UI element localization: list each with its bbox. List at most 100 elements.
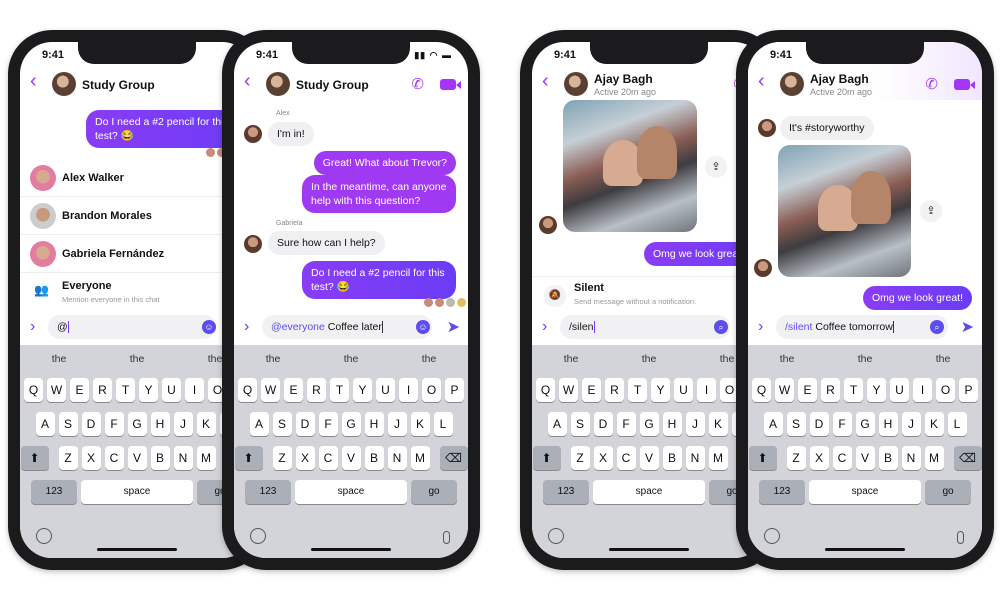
suggestion[interactable]: the bbox=[312, 345, 390, 373]
key[interactable]: U bbox=[162, 378, 181, 402]
key[interactable]: M bbox=[708, 446, 728, 470]
home-indicator[interactable] bbox=[311, 548, 391, 551]
key[interactable]: A bbox=[35, 412, 55, 436]
suggestion[interactable]: the bbox=[610, 345, 688, 373]
phone-call-icon[interactable]: ✆ bbox=[925, 75, 938, 93]
key[interactable]: E bbox=[284, 378, 303, 402]
message-input[interactable]: @ bbox=[48, 315, 216, 339]
home-indicator[interactable] bbox=[825, 548, 905, 551]
key[interactable]: T bbox=[116, 378, 135, 402]
share-icon[interactable]: ⇪ bbox=[920, 200, 942, 222]
search-icon[interactable]: ⌕ bbox=[714, 320, 728, 334]
emoji-icon[interactable]: ☺ bbox=[202, 320, 216, 334]
key[interactable]: G bbox=[639, 412, 659, 436]
key[interactable]: E bbox=[70, 378, 89, 402]
key[interactable]: S bbox=[58, 412, 78, 436]
emoji-keyboard-icon[interactable] bbox=[250, 528, 266, 544]
key[interactable]: W bbox=[559, 378, 578, 402]
key[interactable]: H bbox=[150, 412, 170, 436]
emoji-keyboard-icon[interactable] bbox=[548, 528, 564, 544]
key[interactable]: F bbox=[318, 412, 338, 436]
key[interactable]: S bbox=[570, 412, 590, 436]
key[interactable]: N bbox=[387, 446, 407, 470]
chat-title[interactable]: Ajay Bagh bbox=[810, 72, 869, 86]
key[interactable]: M bbox=[410, 446, 430, 470]
key[interactable]: B bbox=[662, 446, 682, 470]
suggestion[interactable]: the bbox=[234, 345, 312, 373]
key[interactable]: F bbox=[104, 412, 124, 436]
key[interactable]: A bbox=[249, 412, 269, 436]
go-key[interactable]: go bbox=[925, 480, 971, 504]
key[interactable]: C bbox=[318, 446, 338, 470]
key[interactable]: Y bbox=[867, 378, 886, 402]
suggestion[interactable]: the bbox=[904, 345, 982, 373]
shift-key[interactable]: ⬆ bbox=[234, 446, 263, 470]
emoji-keyboard-icon[interactable] bbox=[764, 528, 780, 544]
key[interactable]: T bbox=[628, 378, 647, 402]
key[interactable]: Z bbox=[786, 446, 806, 470]
expand-icon[interactable]: › bbox=[244, 318, 249, 336]
key[interactable]: U bbox=[376, 378, 395, 402]
message-input[interactable]: @everyone Coffee later bbox=[262, 315, 432, 339]
key[interactable]: Q bbox=[752, 378, 771, 402]
key[interactable]: Z bbox=[272, 446, 292, 470]
send-icon[interactable]: ➤ bbox=[961, 317, 974, 337]
numbers-key[interactable]: 123 bbox=[245, 480, 291, 504]
key[interactable]: U bbox=[674, 378, 693, 402]
key[interactable]: Z bbox=[58, 446, 78, 470]
key[interactable]: N bbox=[173, 446, 193, 470]
key[interactable]: X bbox=[295, 446, 315, 470]
key[interactable]: Q bbox=[24, 378, 43, 402]
message-input[interactable]: /silent Coffee tomorrow bbox=[776, 315, 948, 339]
key[interactable]: Q bbox=[536, 378, 555, 402]
expand-icon[interactable]: › bbox=[758, 318, 763, 336]
key[interactable]: W bbox=[47, 378, 66, 402]
suggestion[interactable]: the bbox=[20, 345, 98, 373]
space-key[interactable]: space bbox=[81, 480, 193, 504]
key[interactable]: I bbox=[697, 378, 716, 402]
back-icon[interactable]: ‹ bbox=[758, 70, 765, 93]
key[interactable]: T bbox=[844, 378, 863, 402]
backspace-key[interactable]: ⌫ bbox=[439, 446, 468, 470]
key[interactable]: G bbox=[341, 412, 361, 436]
space-key[interactable]: space bbox=[593, 480, 705, 504]
mention-gabriela-fernandez[interactable]: Gabriela Fernández bbox=[20, 235, 254, 273]
shift-key[interactable]: ⬆ bbox=[20, 446, 49, 470]
suggestion[interactable]: the bbox=[390, 345, 468, 373]
key[interactable]: P bbox=[959, 378, 978, 402]
key[interactable]: C bbox=[616, 446, 636, 470]
key[interactable]: J bbox=[901, 412, 921, 436]
mention-alex-walker[interactable]: Alex Walker bbox=[20, 159, 254, 197]
phone-call-icon[interactable]: ✆ bbox=[411, 75, 424, 93]
key[interactable]: R bbox=[93, 378, 112, 402]
key[interactable]: O bbox=[422, 378, 441, 402]
key[interactable]: G bbox=[855, 412, 875, 436]
suggestion[interactable]: the bbox=[98, 345, 176, 373]
key[interactable]: C bbox=[832, 446, 852, 470]
suggestion[interactable]: the bbox=[826, 345, 904, 373]
key[interactable]: F bbox=[832, 412, 852, 436]
key[interactable]: B bbox=[150, 446, 170, 470]
key[interactable]: D bbox=[81, 412, 101, 436]
key[interactable]: K bbox=[924, 412, 944, 436]
shared-photo[interactable] bbox=[778, 145, 911, 277]
key[interactable]: L bbox=[947, 412, 967, 436]
chat-title[interactable]: Ajay Bagh bbox=[594, 72, 653, 86]
space-key[interactable]: space bbox=[809, 480, 921, 504]
space-key[interactable]: space bbox=[295, 480, 407, 504]
emoji-icon[interactable]: ☺ bbox=[416, 320, 430, 334]
key[interactable]: Y bbox=[353, 378, 372, 402]
key[interactable]: H bbox=[364, 412, 384, 436]
key[interactable]: K bbox=[196, 412, 216, 436]
key[interactable]: D bbox=[295, 412, 315, 436]
numbers-key[interactable]: 123 bbox=[31, 480, 77, 504]
back-icon[interactable]: ‹ bbox=[244, 70, 251, 93]
emoji-keyboard-icon[interactable] bbox=[36, 528, 52, 544]
backspace-key[interactable]: ⌫ bbox=[953, 446, 982, 470]
key[interactable]: W bbox=[261, 378, 280, 402]
back-icon[interactable]: ‹ bbox=[30, 70, 37, 93]
key[interactable]: S bbox=[272, 412, 292, 436]
send-icon[interactable]: ➤ bbox=[447, 317, 460, 337]
key[interactable]: Z bbox=[570, 446, 590, 470]
numbers-key[interactable]: 123 bbox=[759, 480, 805, 504]
